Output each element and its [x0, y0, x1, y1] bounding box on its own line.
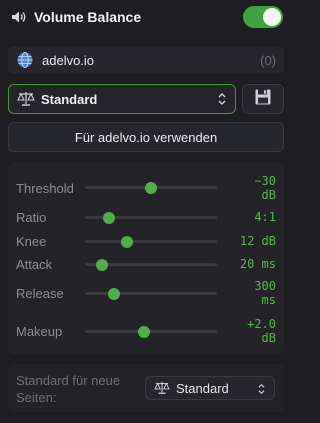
enable-toggle[interactable]: [243, 6, 283, 28]
param-label: Threshold: [16, 181, 74, 196]
ratio-slider[interactable]: [85, 211, 217, 224]
knee-slider[interactable]: [85, 235, 217, 248]
slider-thumb[interactable]: [96, 258, 109, 271]
slider-thumb[interactable]: [145, 181, 157, 194]
default-preset-section: Standard für neue Seiten: Standard: [8, 364, 284, 412]
threshold-slider[interactable]: [85, 181, 217, 194]
release-slider[interactable]: [85, 287, 217, 300]
globe-icon: [16, 51, 34, 69]
scale-icon: [154, 381, 170, 395]
preset-select-label: Standard: [41, 91, 98, 107]
updown-chevron-icon: [257, 382, 266, 395]
floppy-disk-icon: [254, 88, 272, 111]
param-label: Ratio: [16, 210, 47, 225]
site-count: (0): [260, 52, 276, 68]
toggle-knob: [263, 8, 281, 26]
param-label: Knee: [16, 234, 47, 249]
scale-icon: [17, 91, 35, 107]
makeup-slider[interactable]: [85, 325, 217, 338]
save-preset-button[interactable]: [242, 84, 284, 114]
preset-select[interactable]: Standard: [8, 84, 236, 114]
param-value: 4:1: [254, 210, 276, 224]
param-ratio: Ratio 4:1: [8, 208, 284, 226]
param-value: +2.0 dB: [247, 317, 276, 345]
site-row: adelvo.io (0): [8, 46, 284, 74]
param-knee: Knee 12 dB: [8, 232, 284, 250]
app-title: Volume Balance: [34, 9, 142, 25]
parameters-panel: Threshold −30 dB Ratio 4:1 Knee 12 dB Att…: [8, 162, 284, 354]
updown-chevron-icon: [217, 92, 227, 106]
param-value: −30 dB: [254, 174, 276, 202]
use-for-site-button[interactable]: Für adelvo.io verwenden: [8, 122, 284, 152]
param-value: 300 ms: [254, 279, 276, 307]
param-release: Release 300 ms: [8, 279, 284, 307]
default-preset-select[interactable]: Standard: [145, 376, 275, 400]
param-label: Makeup: [16, 324, 63, 339]
attack-slider[interactable]: [85, 258, 217, 271]
slider-thumb[interactable]: [108, 287, 121, 300]
speaker-icon: [10, 8, 28, 26]
site-domain: adelvo.io: [42, 52, 95, 68]
default-preset-select-label: Standard: [176, 380, 229, 396]
slider-thumb[interactable]: [138, 325, 151, 338]
param-label: Release: [16, 286, 64, 301]
param-value: 12 dB: [239, 234, 276, 248]
param-value: 20 ms: [239, 257, 276, 271]
default-preset-label: Standard für neue Seiten:: [16, 373, 121, 405]
param-makeup: Makeup +2.0 dB: [8, 317, 284, 345]
param-threshold: Threshold −30 dB: [8, 174, 284, 202]
param-label: Attack: [16, 257, 53, 272]
param-attack: Attack 20 ms: [8, 255, 284, 273]
slider-thumb[interactable]: [102, 211, 115, 224]
slider-thumb[interactable]: [121, 235, 134, 248]
